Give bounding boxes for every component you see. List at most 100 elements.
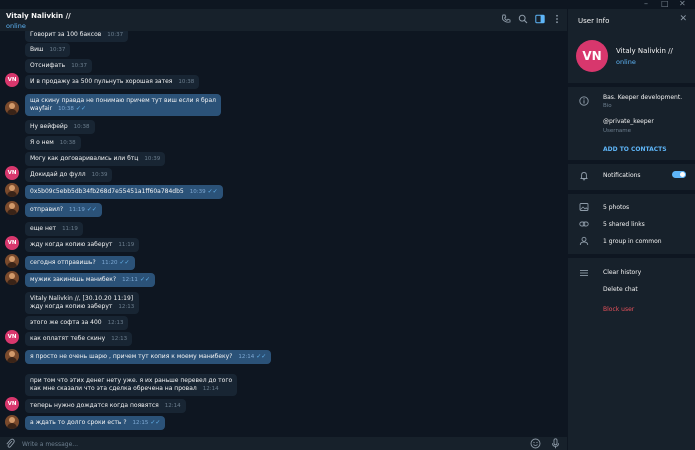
timestamp: 12:14 xyxy=(238,354,255,360)
message-bubble[interactable]: Говорит за 100 баксов 10:37 xyxy=(25,31,129,42)
groups-in-common[interactable]: 1 group in common xyxy=(603,238,662,245)
search-icon[interactable] xyxy=(518,14,528,24)
message-bubble[interactable]: теперь нужно дождатся когда появятся 12:1… xyxy=(25,399,186,413)
message-bubble[interactable]: Могу как договаривались или бтц 10:39 xyxy=(25,152,166,166)
timestamp: 10:39 xyxy=(189,189,206,195)
message-time: 12:14 ✓✓ xyxy=(238,353,266,361)
read-receipt-icon: ✓✓ xyxy=(119,259,130,266)
message-time: 12:11 ✓✓ xyxy=(122,276,150,284)
link-icon xyxy=(579,221,589,227)
message-row: при том что этих денег нету уже. я их ра… xyxy=(0,374,567,396)
read-receipt-icon: ✓✓ xyxy=(150,419,161,426)
message-time: 10:37 xyxy=(50,46,66,54)
close-icon[interactable]: ✕ xyxy=(679,14,687,24)
add-to-contacts-button[interactable]: ADD TO CONTACTS xyxy=(603,146,667,153)
block-user-button[interactable]: Block user xyxy=(603,306,634,313)
message-bubble[interactable]: Ну вейфейр 10:38 xyxy=(25,120,95,134)
timestamp: 11:19 xyxy=(62,226,78,232)
message-bubble[interactable]: Отснифать 10:37 xyxy=(25,59,93,73)
message-list[interactable]: Говорит за 100 баксов 10:37 Виш 10:37 Отсниф… xyxy=(0,31,567,437)
message-bubble[interactable]: мужик закинешь манибек? 12:11 ✓✓ xyxy=(25,273,155,287)
timestamp: 12:13 xyxy=(118,304,135,310)
message-input[interactable] xyxy=(22,439,502,449)
message-text: как оплатят тебе скину xyxy=(30,335,106,342)
message-row: VN жду когда копию заберут 11:19 xyxy=(0,236,567,252)
window-titlebar: – □ ✕ xyxy=(0,0,695,9)
avatar[interactable]: VN xyxy=(5,397,19,411)
shared-links[interactable]: 5 shared links xyxy=(603,221,645,228)
message-bubble[interactable]: Vitaly Nalivkin //, [30.10.20 11:19] жду… xyxy=(25,292,140,314)
avatar[interactable] xyxy=(5,271,19,285)
phone-icon[interactable] xyxy=(501,14,511,24)
username-value[interactable]: @private_keeper xyxy=(603,118,654,125)
divider xyxy=(568,190,695,194)
message-text: Отснифать xyxy=(30,62,66,69)
attach-icon[interactable] xyxy=(5,438,15,449)
avatar[interactable] xyxy=(5,254,19,268)
avatar[interactable]: VN xyxy=(5,236,19,250)
message-row: Я о нем 10:38 xyxy=(0,136,567,150)
sidebar-toggle-icon[interactable] xyxy=(535,14,545,24)
avatar[interactable]: VN xyxy=(5,166,19,180)
message-time: 12:13 xyxy=(118,303,134,311)
message-bubble[interactable]: Виш 10:37 xyxy=(25,43,71,57)
message-time: 11:19 xyxy=(118,241,134,249)
read-receipt-icon: ✓✓ xyxy=(256,353,267,360)
message-bubble[interactable]: как оплатят тебе скину 12:13 xyxy=(25,332,133,346)
notifications-toggle[interactable] xyxy=(672,171,686,178)
info-icon xyxy=(579,96,589,106)
message-bubble[interactable]: Докидай до фулл 10:39 xyxy=(25,168,113,182)
shared-photos[interactable]: 5 photos xyxy=(603,204,629,211)
timestamp: 11:19 xyxy=(118,242,135,248)
message-time: 12:15 ✓✓ xyxy=(133,419,161,427)
message-time: 12:14 xyxy=(203,385,219,393)
timestamp: 12:13 xyxy=(107,320,124,326)
message-bubble[interactable]: Я о нем 10:38 xyxy=(25,136,81,150)
message-time: 12:14 xyxy=(165,402,181,410)
chat-header[interactable]: Vitaly Nalivkin // online xyxy=(0,9,567,31)
message-bubble[interactable]: при том что этих денег нету уже. я их ра… xyxy=(25,374,238,396)
timestamp: 11:20 xyxy=(101,260,118,266)
message-row: 0x5b09c5ebb5db34fb268d7e55451a1ff60a784d… xyxy=(0,183,567,199)
divider xyxy=(568,160,695,164)
message-bubble[interactable]: еще нет 11:19 xyxy=(25,222,83,236)
avatar[interactable]: VN xyxy=(5,73,19,87)
message-bubble[interactable]: сегодня отправишь? 11:20 ✓✓ xyxy=(25,256,135,270)
avatar[interactable] xyxy=(5,101,19,115)
message-bubble[interactable]: я просто не очень шарю , причем тут копи… xyxy=(25,350,272,364)
message-row: Виш 10:37 xyxy=(0,43,567,57)
message-row: сегодня отправишь? 11:20 ✓✓ xyxy=(0,254,567,270)
message-bubble[interactable]: 0x5b09c5ebb5db34fb268d7e55451a1ff60a784d… xyxy=(25,185,223,199)
avatar[interactable] xyxy=(5,201,19,215)
message-text: Ну вейфейр xyxy=(30,123,68,130)
message-bubble[interactable]: И в продажу за 500 пульнуть хорошая зате… xyxy=(25,75,200,89)
message-bubble[interactable]: жду когда копию заберут 11:19 xyxy=(25,238,140,252)
message-bubble[interactable]: ща скину правда не понимаю причем тут ви… xyxy=(25,94,221,116)
avatar[interactable]: VN xyxy=(576,40,608,72)
read-receipt-icon: ✓✓ xyxy=(207,188,218,195)
list-icon xyxy=(580,270,588,276)
message-row: VN как оплатят тебе скину 12:13 xyxy=(0,330,567,346)
message-time: 11:20 ✓✓ xyxy=(102,259,130,267)
timestamp: 12:14 xyxy=(202,386,219,392)
message-text: 0x5b09c5ebb5db34fb268d7e55451a1ff60a784d… xyxy=(30,188,184,195)
message-time: 11:19 ✓✓ xyxy=(69,206,97,214)
avatar[interactable] xyxy=(5,415,19,429)
message-bubble[interactable]: а ждать то долго сроки есть ? 12:15 ✓✓ xyxy=(25,416,166,430)
delete-chat-button[interactable]: Delete chat xyxy=(603,286,638,293)
clear-history-button[interactable]: Clear history xyxy=(603,269,641,276)
message-bubble[interactable]: этого же софта за 400 12:13 xyxy=(25,316,129,330)
message-bubble[interactable]: отправил? 11:19 ✓✓ xyxy=(25,203,102,217)
avatar[interactable]: VN xyxy=(5,330,19,344)
avatar[interactable] xyxy=(5,349,19,363)
message-time: 10:38 xyxy=(74,123,90,131)
avatar[interactable] xyxy=(5,183,19,197)
user-info-panel: User Info ✕ VN Vitaly Nalivkin // online… xyxy=(567,9,695,450)
message-text: Докидай до фулл xyxy=(30,171,86,178)
peer-name[interactable]: Vitaly Nalivkin // xyxy=(6,12,71,20)
microphone-icon[interactable] xyxy=(551,438,560,449)
message-row: отправил? 11:19 ✓✓ xyxy=(0,201,567,217)
more-menu-icon[interactable] xyxy=(552,14,562,24)
emoji-icon[interactable] xyxy=(530,438,541,449)
profile-name: Vitaly Nalivkin // xyxy=(616,47,673,55)
